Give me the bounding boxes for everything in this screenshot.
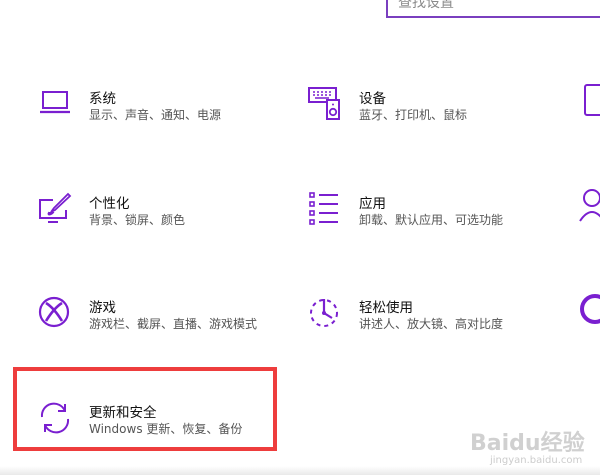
keyboard-speaker-icon xyxy=(308,87,342,121)
tile-devices-title: 设备 xyxy=(359,91,386,107)
tile-system-title: 系统 xyxy=(89,91,116,107)
tile-ease-desc: 讲述人、放大镜、高对比度 xyxy=(359,317,504,331)
watermark-url: jingyan.baidu.com xyxy=(490,455,583,466)
xbox-icon xyxy=(38,296,72,330)
tile-gaming-desc: 游戏栏、截屏、直播、游戏模式 xyxy=(89,317,258,331)
watermark-logo: Baidu经验 xyxy=(470,431,585,456)
tile-ease-title: 轻松使用 xyxy=(359,300,413,316)
tile-accounts-partial[interactable] xyxy=(578,188,600,248)
search-box[interactable]: 查找设置 xyxy=(386,0,600,18)
ease-of-access-icon xyxy=(308,296,342,330)
tile-apps-desc: 卸载、默认应用、可选功能 xyxy=(359,213,504,227)
tile-phone-partial[interactable] xyxy=(580,83,600,143)
phone-icon xyxy=(580,83,600,117)
tile-cortana-partial[interactable] xyxy=(578,293,600,353)
bottom-edge xyxy=(0,466,600,475)
apps-list-icon xyxy=(308,192,342,226)
cortana-icon xyxy=(578,293,600,327)
tile-gaming-title: 游戏 xyxy=(89,300,116,316)
highlight-box xyxy=(13,367,277,451)
tile-personalization-title: 个性化 xyxy=(89,196,130,212)
tile-personalization-desc: 背景、锁屏、颜色 xyxy=(89,213,186,227)
search-placeholder: 查找设置 xyxy=(398,0,454,11)
tile-apps-title: 应用 xyxy=(359,196,386,212)
tile-system-desc: 显示、声音、通知、电源 xyxy=(89,108,222,122)
laptop-icon xyxy=(38,87,72,121)
person-icon xyxy=(578,188,600,222)
tile-devices-desc: 蓝牙、打印机、鼠标 xyxy=(359,108,468,122)
paint-monitor-icon xyxy=(38,192,72,226)
